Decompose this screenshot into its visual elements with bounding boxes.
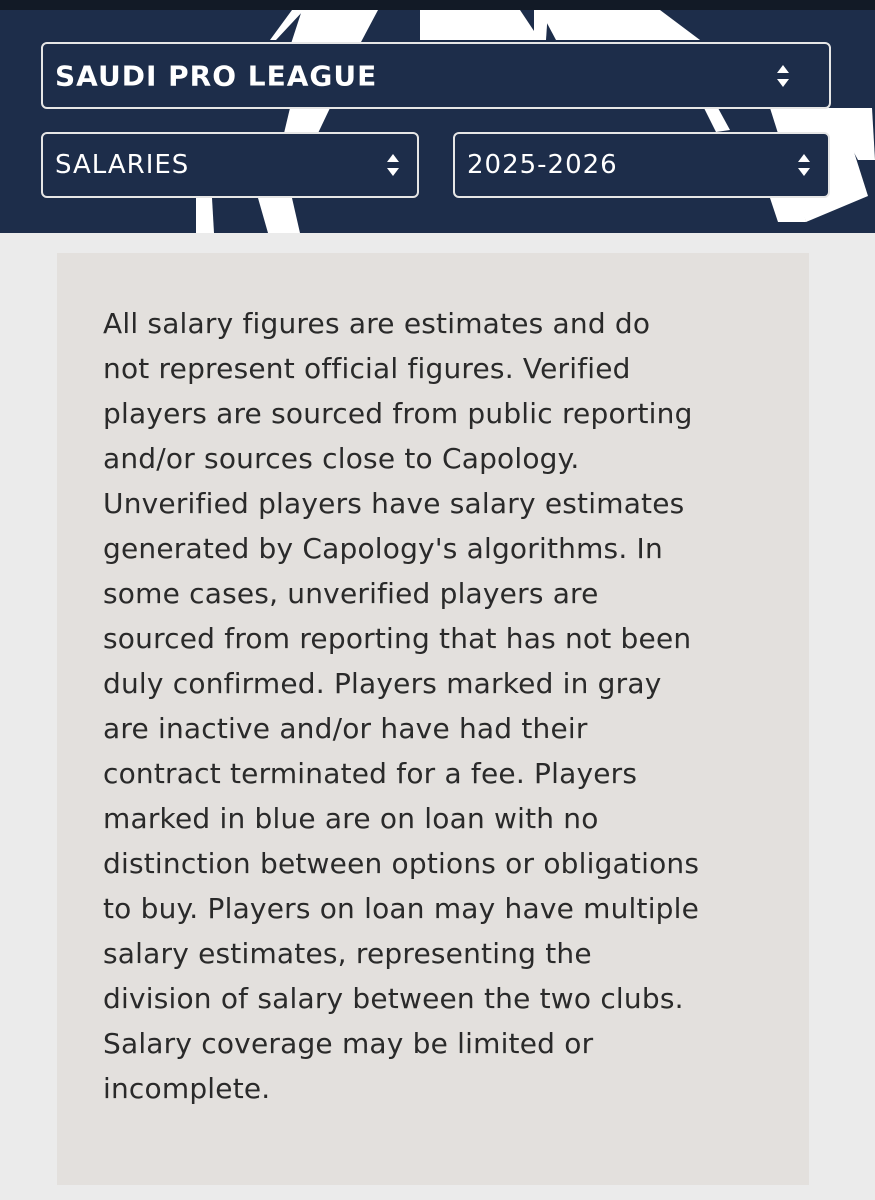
season-select-value: 2025-2026 bbox=[467, 150, 618, 180]
league-select[interactable]: SAUDI PRO LEAGUE bbox=[41, 42, 831, 109]
category-select-value: SALARIES bbox=[55, 150, 190, 180]
season-select[interactable]: 2025-2026 bbox=[453, 132, 830, 198]
top-bar bbox=[0, 0, 875, 10]
header-banner: SAUDI PRO LEAGUE SALARIES 2025-2026 bbox=[0, 0, 875, 233]
header-background-graphic bbox=[196, 10, 875, 233]
sort-arrows-icon bbox=[387, 154, 399, 176]
sort-arrows-icon bbox=[777, 64, 789, 87]
salary-disclaimer-panel: All salary figures are estimates and do … bbox=[57, 253, 809, 1185]
salary-disclaimer-text: All salary figures are estimates and do … bbox=[103, 307, 700, 1105]
category-select[interactable]: SALARIES bbox=[41, 132, 419, 198]
sort-arrows-icon bbox=[798, 154, 810, 176]
league-select-value: SAUDI PRO LEAGUE bbox=[55, 59, 378, 92]
